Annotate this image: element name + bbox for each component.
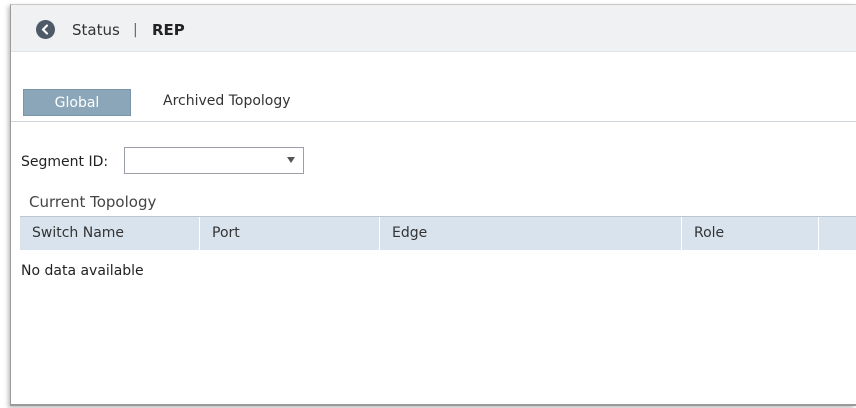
rep-status-panel: Status | REP Global Archived Topology Se…	[10, 4, 856, 406]
current-topology-title: Current Topology	[29, 193, 157, 211]
chevron-down-icon	[287, 157, 295, 163]
topology-table-header: Switch Name Port Edge Role	[20, 216, 856, 250]
empty-table-message: No data available	[21, 263, 144, 279]
page-header: Status | REP	[11, 5, 856, 52]
column-header-extra	[819, 217, 856, 250]
column-header-port[interactable]: Port	[200, 217, 380, 250]
breadcrumb-status[interactable]: Status	[72, 21, 120, 39]
tab-global[interactable]: Global	[23, 89, 131, 116]
back-button[interactable]	[36, 20, 55, 39]
segment-id-label: Segment ID:	[21, 154, 109, 170]
column-header-switch-name[interactable]: Switch Name	[20, 217, 200, 250]
tab-archived-topology[interactable]: Archived Topology	[163, 93, 291, 109]
column-header-edge[interactable]: Edge	[380, 217, 682, 250]
breadcrumb-separator: |	[133, 22, 138, 38]
column-header-role[interactable]: Role	[682, 217, 819, 250]
segment-id-select[interactable]	[124, 147, 304, 174]
tab-divider	[11, 121, 856, 122]
chevron-left-icon	[41, 24, 49, 35]
page-title: REP	[152, 21, 185, 39]
